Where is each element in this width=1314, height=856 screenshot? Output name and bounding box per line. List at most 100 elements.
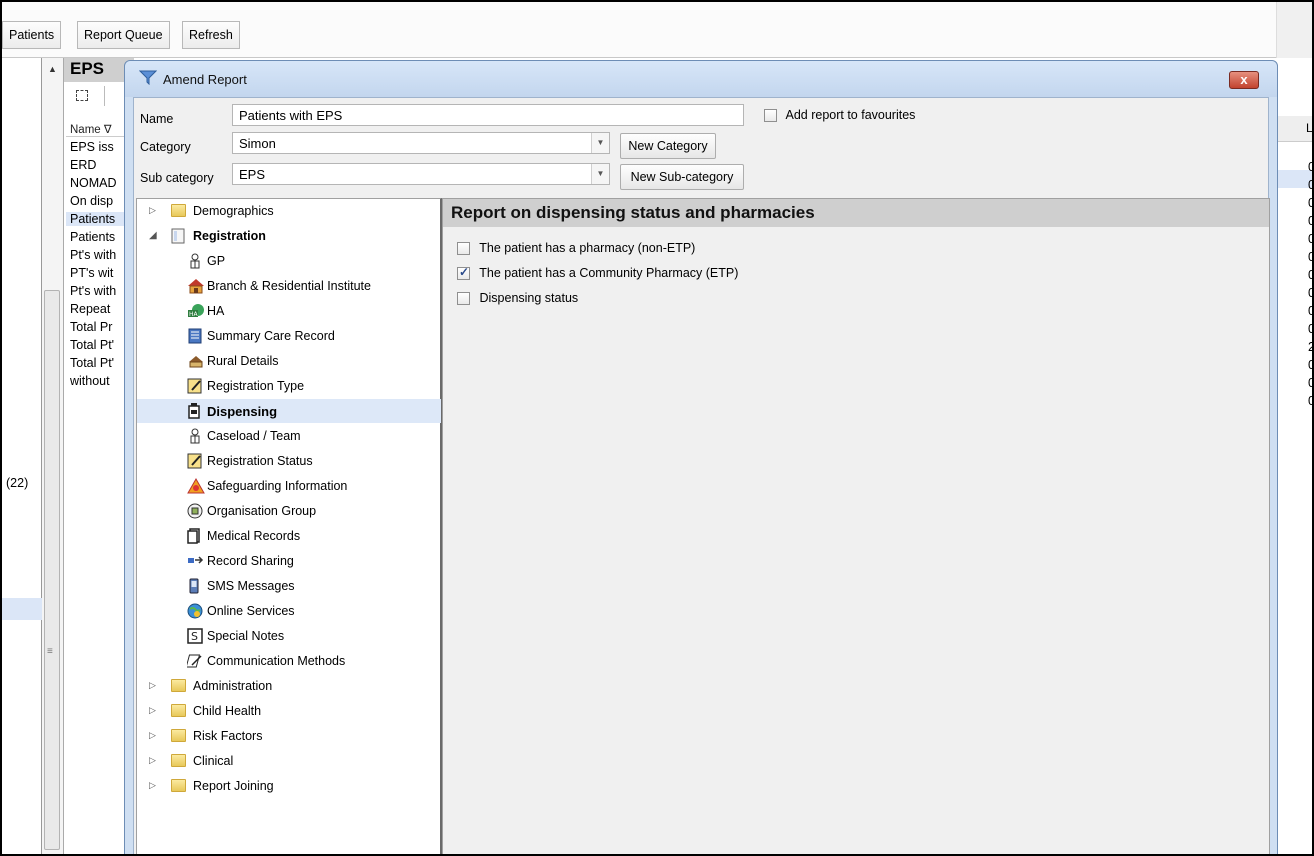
option-checkbox[interactable] (457, 265, 470, 281)
expand-arrow-icon[interactable]: ▷ (149, 680, 156, 691)
tree-item-registration-status[interactable]: Registration Status (137, 449, 441, 473)
category-select[interactable]: Simon ▼ (232, 132, 610, 154)
panel-heading: Report on dispensing status and pharmaci… (451, 203, 815, 222)
tree-item-registration-type[interactable]: Registration Type (137, 374, 441, 398)
collapse-arrow-icon[interactable]: ◢ (149, 230, 157, 241)
tree-item-special-notes[interactable]: S Special Notes (137, 624, 441, 648)
name-label: Name (140, 112, 174, 126)
list-value: 0 (1308, 196, 1312, 210)
report-name-input[interactable]: Patients with EPS (232, 104, 744, 126)
list-value: 0 (1308, 376, 1312, 390)
folder-icon (171, 779, 186, 792)
tree-item-label: Registration Type (207, 379, 305, 393)
option-checkbox[interactable] (457, 242, 470, 256)
list-value: 0 (1308, 358, 1312, 372)
tree-item-dispensing[interactable]: Dispensing (137, 399, 441, 423)
patients-button[interactable]: Patients (2, 21, 62, 49)
favourites-checkbox[interactable] (764, 109, 777, 123)
dialog-titlebar[interactable]: Amend Report x (125, 61, 1277, 97)
tree-item-risk-factors[interactable]: ▷ Risk Factors (137, 724, 441, 748)
tree-item-record-sharing[interactable]: Record Sharing (137, 549, 441, 573)
toolbar-right-strip (1276, 2, 1312, 58)
tree-item-medical-records[interactable]: Medical Records (137, 524, 441, 548)
tree-item-organisation-group[interactable]: Organisation Group (137, 499, 441, 523)
vertical-scrollbar[interactable]: ▲ ≡ (42, 58, 64, 854)
category-value: Simon (239, 136, 276, 151)
list-value: 0 (1308, 394, 1312, 408)
list-value: 2 (1308, 340, 1312, 354)
panel-header: Report on dispensing status and pharmaci… (443, 199, 1269, 227)
tree-item-summary-care-record[interactable]: Summary Care Record (137, 324, 441, 348)
tree-item-communication-methods[interactable]: Communication Methods (137, 649, 441, 673)
tree-item-registration[interactable]: ◢ Registration (137, 224, 441, 248)
tree-item-label: HA (207, 304, 225, 318)
report-queue-button[interactable]: Report Queue (77, 21, 170, 49)
scroll-up-icon[interactable]: ▲ (48, 64, 57, 74)
refresh-button[interactable]: Refresh (182, 21, 240, 49)
amend-report-dialog: Amend Report x Name Patients with EPS Ad… (124, 60, 1278, 854)
tree-item-label: Summary Care Record (207, 329, 335, 343)
tree-item-ha[interactable]: HA HA (137, 299, 441, 323)
tree-item-child-health[interactable]: ▷ Child Health (137, 699, 441, 723)
tree-item-gp[interactable]: GP (137, 249, 441, 273)
option-community-pharmacy-etp[interactable]: The patient has a Community Pharmacy (ET… (457, 265, 738, 281)
tree-item-label: GP (207, 254, 226, 268)
tree-item-label: Demographics (193, 204, 274, 218)
new-subcategory-button[interactable]: New Sub-category (620, 164, 744, 190)
house-icon (187, 278, 204, 294)
favourites-row[interactable]: Add report to favourites (764, 108, 915, 123)
tree-item-safeguarding[interactable]: Safeguarding Information (137, 474, 441, 498)
app-window: Patients Report Queue Refresh (22) ▲ ≡ E… (0, 0, 1314, 856)
tree-item-demographics[interactable]: ▷ Demographics (137, 199, 441, 223)
list-value: 0 (1308, 268, 1312, 282)
left-tree-pane: (22) (2, 58, 42, 854)
bottle-icon (187, 403, 203, 419)
option-label: The patient has a pharmacy (non-ETP) (479, 241, 696, 255)
close-button[interactable]: x (1229, 71, 1259, 89)
chevron-down-icon[interactable]: ▼ (591, 164, 609, 184)
svg-text:HA: HA (189, 311, 199, 318)
record-icon (187, 328, 203, 344)
option-pharmacy-non-etp[interactable]: The patient has a pharmacy (non-ETP) (457, 241, 696, 256)
expand-arrow-icon[interactable]: ▷ (149, 205, 156, 216)
right-column-header-label: L (1306, 121, 1313, 135)
name-column-header[interactable]: Name ∇ (70, 122, 112, 136)
scroll-thumb[interactable] (44, 290, 60, 850)
tree-item-caseload-team[interactable]: Caseload / Team (137, 424, 441, 448)
tree-item-online-services[interactable]: Online Services (137, 599, 441, 623)
list-value: 0 (1308, 304, 1312, 318)
dialog-title: Amend Report (163, 72, 247, 87)
expand-arrow-icon[interactable]: ▷ (149, 755, 156, 766)
organisation-icon (187, 503, 203, 519)
option-checkbox[interactable] (457, 292, 470, 306)
tree-item-label: Record Sharing (207, 554, 294, 568)
expand-arrow-icon[interactable]: ▷ (149, 705, 156, 716)
select-all-icon[interactable] (76, 90, 88, 101)
list-value: 0 (1308, 286, 1312, 300)
new-category-button[interactable]: New Category (620, 133, 716, 159)
tree-item-clinical[interactable]: ▷ Clinical (137, 749, 441, 773)
expand-arrow-icon[interactable]: ▷ (149, 730, 156, 741)
sharing-icon (187, 553, 204, 569)
expand-arrow-icon[interactable]: ▷ (149, 780, 156, 791)
globe-icon (187, 603, 203, 619)
subcategory-select[interactable]: EPS ▼ (232, 163, 610, 185)
tree-item-branch-residential[interactable]: Branch & Residential Institute (137, 274, 441, 298)
tree-item-label: Child Health (193, 704, 262, 718)
rural-icon (187, 353, 203, 369)
tree-item-report-joining[interactable]: ▷ Report Joining (137, 774, 441, 798)
tree-item-label: Online Services (207, 604, 295, 618)
tree-item-label: Communication Methods (207, 654, 346, 668)
list-value: 0 (1308, 178, 1312, 192)
tree-item-sms-messages[interactable]: SMS Messages (137, 574, 441, 598)
chevron-down-icon[interactable]: ▼ (591, 133, 609, 153)
tree-item-label: Branch & Residential Institute (207, 279, 371, 293)
subcategory-label: Sub category (140, 171, 214, 185)
folder-icon (171, 754, 186, 767)
left-selected-row[interactable] (2, 598, 42, 620)
option-dispensing-status[interactable]: Dispensing status (457, 291, 578, 306)
tree-item-label: Special Notes (207, 629, 285, 643)
tree-item-administration[interactable]: ▷ Administration (137, 674, 441, 698)
filter-icon (138, 69, 158, 88)
tree-item-rural-details[interactable]: Rural Details (137, 349, 441, 373)
